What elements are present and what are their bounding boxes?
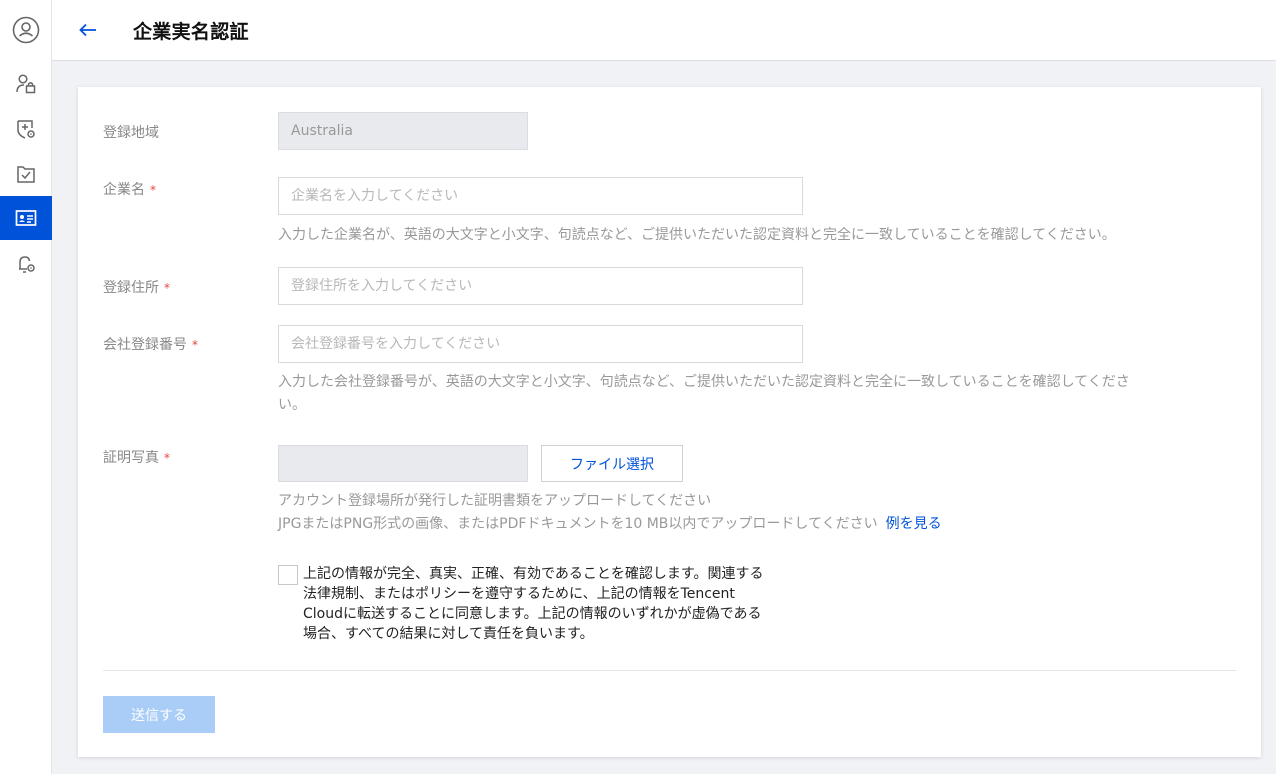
- required-mark: *: [192, 338, 198, 352]
- sidebar-item-security-settings[interactable]: [0, 107, 52, 151]
- shield-settings-icon: [17, 120, 35, 139]
- folder-check-icon: [17, 166, 35, 183]
- user-lock-icon: [16, 74, 36, 94]
- company-name-label: 企業名 *: [103, 182, 156, 198]
- back-button[interactable]: [76, 18, 100, 42]
- id-card-icon: [15, 210, 37, 226]
- required-mark: *: [164, 281, 170, 295]
- required-mark: *: [164, 451, 170, 465]
- company-name-hint: 入力した企業名が、英語の大文字と小文字、句読点など、ご提供いただいた認定資料と完…: [278, 227, 1116, 243]
- sidebar-item-account[interactable]: [0, 8, 52, 52]
- submit-button[interactable]: 送信する: [103, 696, 215, 733]
- agreement-checkbox[interactable]: [278, 565, 298, 585]
- page-title: 企業実名認証: [133, 21, 249, 43]
- file-name-field: [278, 445, 528, 482]
- registration-number-hint: 入力した会社登録番号が、英語の大文字と小文字、句読点など、ご提供いただいた認定資…: [278, 374, 1130, 413]
- arrow-left-icon: [79, 23, 96, 37]
- form-card: 登録地域 Australia 企業名* 入力した企業名が、英語の大文字と小文字、…: [78, 87, 1261, 757]
- sidebar: [0, 0, 52, 774]
- certificate-hint: アカウント登録場所が発行した証明書類をアップロードしてください JPGまたはPN…: [278, 493, 942, 532]
- sidebar-item-user-security[interactable]: [0, 62, 52, 106]
- address-input[interactable]: [278, 267, 803, 305]
- page-header: 企業実名認証: [52, 0, 1276, 61]
- sidebar-item-verification[interactable]: [0, 152, 52, 196]
- registration-number-input[interactable]: [278, 325, 803, 363]
- divider: [103, 670, 1236, 671]
- required-mark: *: [150, 183, 156, 197]
- region-field: Australia: [278, 112, 528, 150]
- agreement-text: 上記の情報が完全、真実、正確、有効であることを確認します。関連する 法律規制、ま…: [303, 566, 764, 642]
- region-label: 登録地域: [103, 125, 159, 141]
- certificate-label: 証明写真 *: [103, 450, 170, 466]
- bell-settings-icon: [19, 256, 35, 273]
- view-example-link[interactable]: 例を見る: [886, 516, 942, 532]
- address-label: 登録住所 *: [103, 280, 170, 296]
- sidebar-item-notification-settings[interactable]: [0, 242, 52, 286]
- registration-number-label: 会社登録番号 *: [103, 337, 198, 353]
- user-circle-icon: [12, 16, 40, 44]
- choose-file-button[interactable]: ファイル選択: [541, 445, 683, 482]
- company-name-input[interactable]: [278, 177, 803, 215]
- sidebar-item-real-name-auth[interactable]: [0, 196, 52, 240]
